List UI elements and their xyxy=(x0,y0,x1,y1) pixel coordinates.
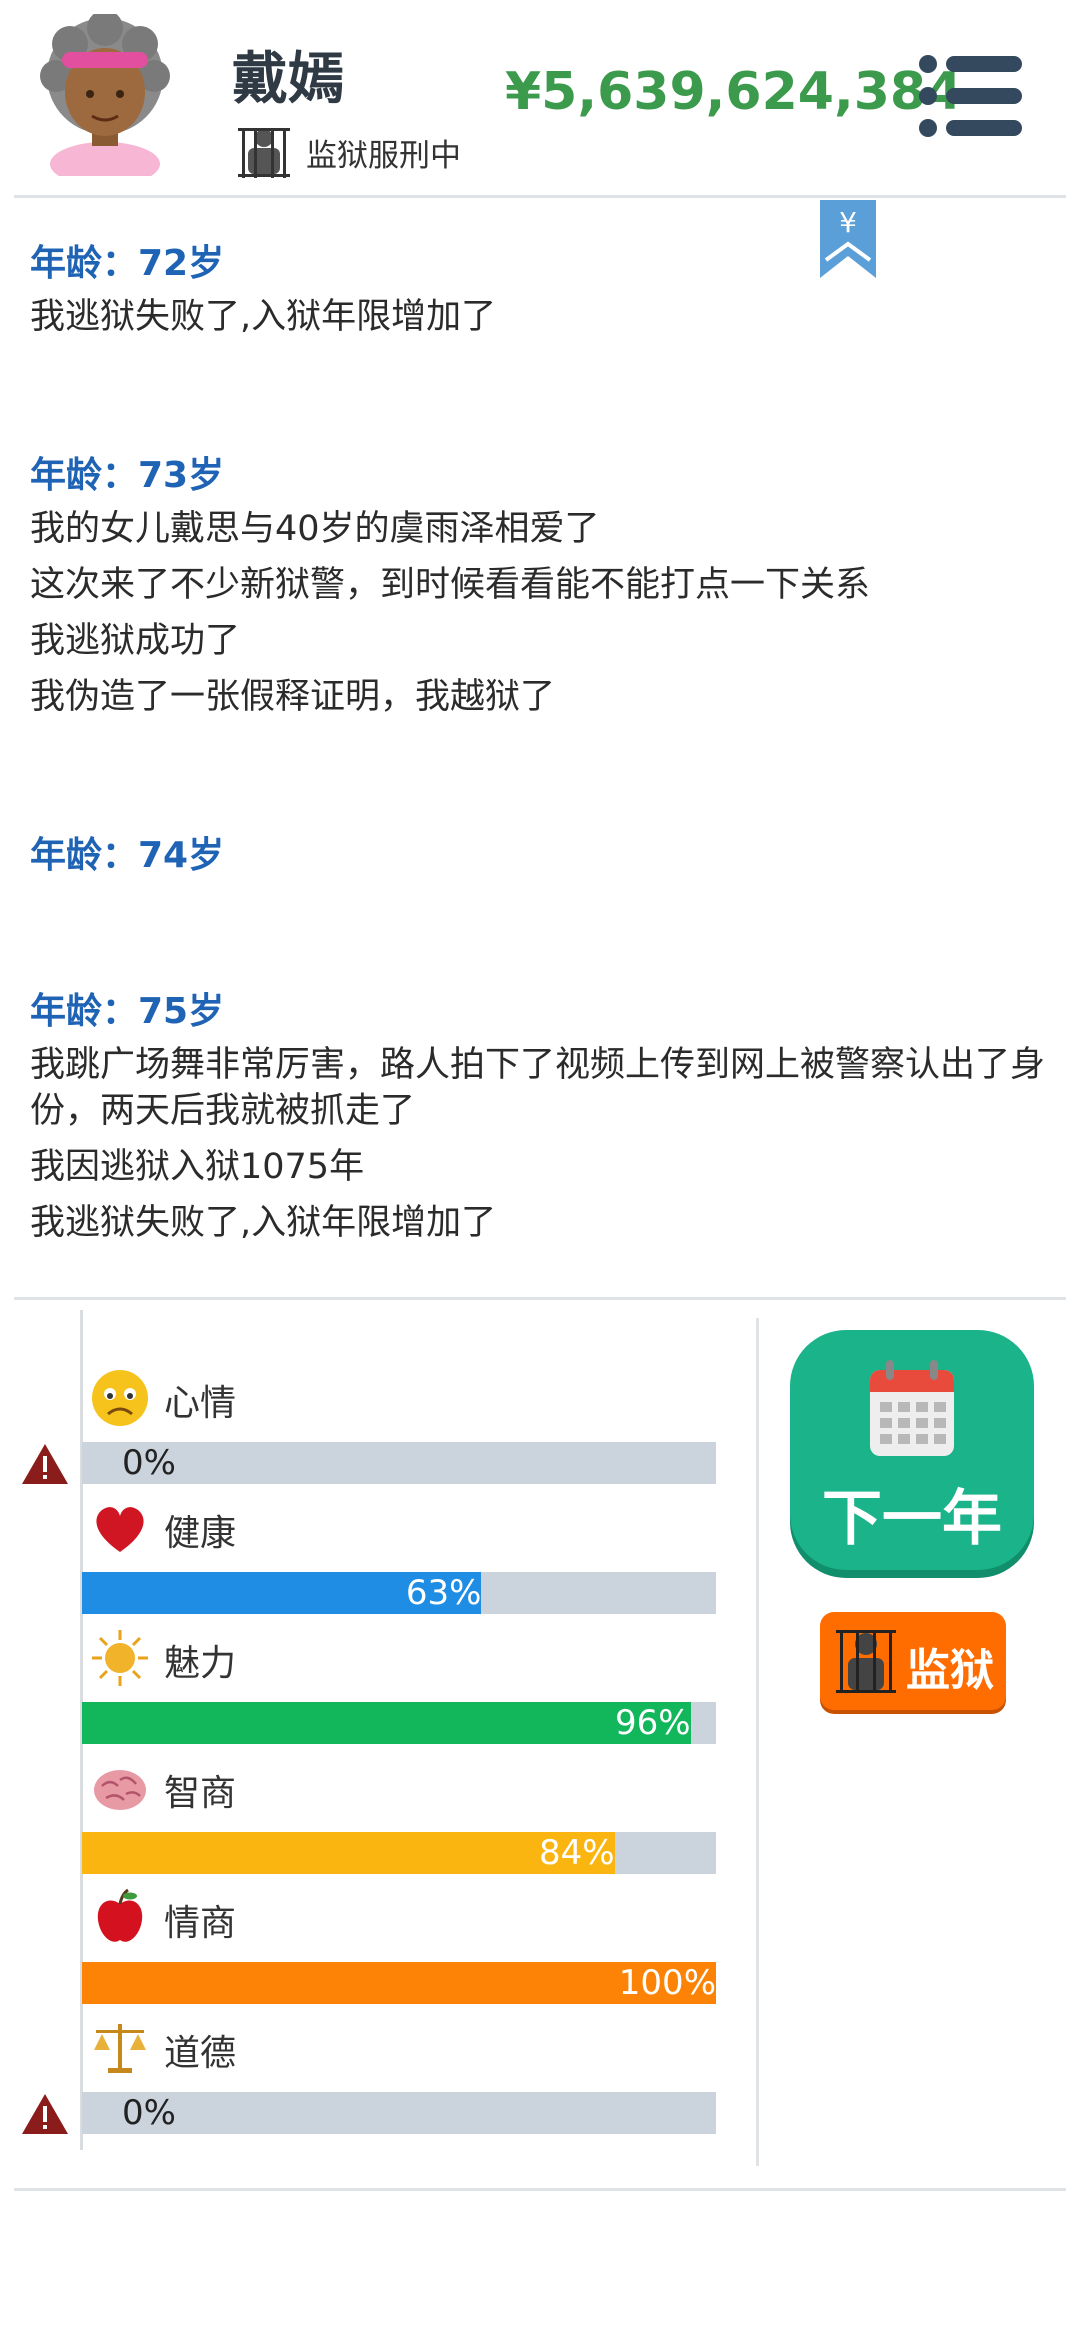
stat-value: 100% xyxy=(618,1963,716,2003)
vertical-divider xyxy=(756,1318,759,2166)
menu-icon[interactable] xyxy=(918,54,1024,138)
avatar[interactable] xyxy=(40,14,170,176)
warning-icon xyxy=(22,1444,68,1484)
divider xyxy=(14,2188,1066,2191)
money-balance: ¥5,639,624,384 xyxy=(505,62,963,122)
log-entry: 我的女儿戴思与40岁的虞雨泽相爱了 xyxy=(30,509,600,549)
log-entry: 我因逃狱入狱1075年 xyxy=(30,1147,365,1187)
calendar-icon xyxy=(870,1360,954,1456)
player-name: 戴嫣 xyxy=(232,47,344,112)
stat-eq: 情商 100% xyxy=(0,1888,760,2018)
next-year-label: 下一年 xyxy=(822,1484,1002,1554)
log-entry: 我伪造了一张假释证明，我越狱了 xyxy=(30,677,556,717)
stat-track: 100% xyxy=(82,1962,716,2004)
log-year-heading: 年龄：73岁 xyxy=(30,455,225,496)
log-entry: 我逃狱成功了 xyxy=(30,621,241,661)
log-entry: 我逃狱失败了,入狱年限增加了 xyxy=(30,1203,497,1243)
sad-face-icon xyxy=(92,1370,148,1426)
stat-charm: 魅力 96% xyxy=(0,1628,760,1758)
log-entry: 这次来了不少新狱警，到时候看看能不能打点一下关系 xyxy=(30,565,871,605)
stat-fill: 96% xyxy=(82,1702,691,1744)
prisoner-icon xyxy=(238,128,290,178)
stat-iq: 智商 84% xyxy=(0,1758,760,1888)
stat-value: 96% xyxy=(615,1703,691,1743)
brain-icon xyxy=(94,1770,146,1810)
bookmark-money-icon[interactable]: ¥ xyxy=(820,200,876,278)
stat-label: 魅力 xyxy=(164,1643,237,1684)
log-entry: 我逃狱失败了,入狱年限增加了 xyxy=(30,297,497,337)
log-year-heading: 年龄：74岁 xyxy=(30,835,225,876)
sun-icon xyxy=(92,1630,148,1686)
warning-icon xyxy=(22,2094,68,2134)
stat-value: 0% xyxy=(122,2093,176,2133)
stat-fill: 63% xyxy=(82,1572,482,1614)
stat-track: 0% xyxy=(82,2092,716,2134)
log-entry: 我跳广场舞非常厉害，路人拍下了视频上传到网上被警察认出了身份，两天后我就被抓走了 xyxy=(30,1045,1046,1131)
log-year-heading: 年龄：75岁 xyxy=(30,991,225,1032)
prison-button-label: 监狱 xyxy=(906,1645,994,1696)
prison-button[interactable]: 监狱 xyxy=(820,1612,1006,1710)
stat-fill: 100% xyxy=(82,1962,716,2004)
stat-morality: 道德 0% xyxy=(0,2018,760,2148)
stat-label: 健康 xyxy=(164,1513,237,1554)
stat-label: 心情 xyxy=(164,1383,237,1424)
prisoner-icon xyxy=(836,1630,896,1693)
apple-icon xyxy=(97,1888,143,1942)
stat-value: 0% xyxy=(122,1443,176,1483)
status-text: 监狱服刑中 xyxy=(306,137,461,174)
status-indicator: 监狱服刑中 xyxy=(236,124,461,180)
stat-label: 道德 xyxy=(164,2033,237,2074)
stat-value: 84% xyxy=(538,1833,615,1873)
scales-icon xyxy=(94,2024,146,2073)
stat-mood: 心情 0% xyxy=(0,1368,760,1498)
divider xyxy=(14,1297,1066,1300)
header: 戴嫣 监狱服刑中 ¥5,639,624,384 xyxy=(0,0,1080,196)
stat-track: 63% xyxy=(82,1572,716,1614)
stat-label: 情商 xyxy=(164,1903,237,1944)
bookmark-symbol: ¥ xyxy=(839,206,857,239)
divider xyxy=(14,195,1066,198)
stat-track: 0% xyxy=(82,1442,716,1484)
stat-label: 智商 xyxy=(164,1773,237,1814)
stat-track: 84% xyxy=(82,1832,716,1874)
next-year-button[interactable]: 下一年 xyxy=(790,1330,1034,1570)
stat-health: 健康 63% xyxy=(0,1498,760,1628)
heart-icon xyxy=(96,1507,144,1552)
log-year-heading: 年龄：72岁 xyxy=(30,243,225,284)
stat-value: 63% xyxy=(405,1573,482,1613)
stat-track: 96% xyxy=(82,1702,716,1744)
stats-panel: 心情 0% 健康 63% 魅力 96% 智商 84% 情商 100% 道德 0% xyxy=(0,1310,760,2170)
stat-fill: 84% xyxy=(82,1832,615,1874)
